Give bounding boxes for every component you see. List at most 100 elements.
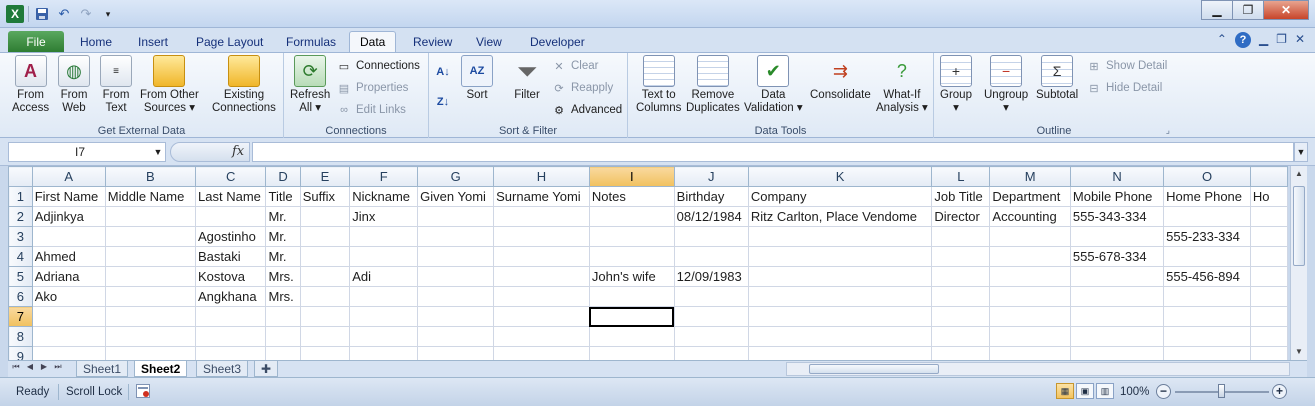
dialog-launcher-icon[interactable]: ⌟ <box>1166 125 1170 136</box>
zoom-slider-knob[interactable] <box>1218 384 1225 398</box>
zoom-out-icon[interactable]: − <box>1156 384 1171 399</box>
cell[interactable]: Home Phone <box>1163 186 1251 207</box>
name-box[interactable]: I7 ▼ <box>8 142 166 162</box>
cell[interactable] <box>747 326 933 347</box>
cell-table[interactable]: ABCDEFGHIJKLMNO 1 First Name Middle Name La… <box>8 166 1288 360</box>
normal-view-icon[interactable]: ▦ <box>1056 383 1074 399</box>
row-header[interactable]: 4 <box>8 246 33 267</box>
cell[interactable] <box>588 326 675 347</box>
cell[interactable] <box>104 306 197 327</box>
formula-input[interactable] <box>252 142 1294 162</box>
insert-sheet-icon[interactable]: ✚ <box>254 361 279 377</box>
cell[interactable] <box>588 286 675 307</box>
cell[interactable]: Company <box>747 186 933 207</box>
cell[interactable]: 555-456-894 <box>1163 266 1251 287</box>
sheet-tab-sheet1[interactable]: Sheet1 <box>76 361 129 377</box>
row-header[interactable]: 7 <box>8 306 33 327</box>
cell[interactable] <box>931 306 991 327</box>
cell[interactable] <box>349 346 419 360</box>
cell[interactable] <box>104 246 197 267</box>
text-to-columns-button[interactable]: Text to Columns <box>636 55 681 115</box>
cell[interactable]: Middle Name <box>104 186 197 207</box>
scroll-down-icon[interactable]: ▼ <box>1291 344 1307 360</box>
cell[interactable] <box>265 346 301 360</box>
cell[interactable] <box>931 326 991 347</box>
redo-icon[interactable]: ↷ <box>77 5 95 23</box>
cell[interactable] <box>673 246 749 267</box>
tab-insert[interactable]: Insert <box>128 31 178 52</box>
scroll-thumb[interactable] <box>1293 186 1305 266</box>
cell[interactable] <box>493 306 590 327</box>
name-box-dropdown-icon[interactable]: ▼ <box>151 147 165 157</box>
cell[interactable] <box>931 286 991 307</box>
minimize-ribbon-icon[interactable]: ⌃ <box>1217 32 1227 48</box>
cell[interactable] <box>493 246 590 267</box>
cell[interactable] <box>931 266 991 287</box>
row-header[interactable]: 3 <box>8 226 33 247</box>
cell[interactable] <box>493 266 590 287</box>
reapply-button[interactable]: ⟳ Reapply <box>551 79 613 97</box>
column-header[interactable]: A <box>31 166 106 187</box>
data-validation-button[interactable]: ✔ Data Validation ▾ <box>744 55 803 115</box>
sheet-tab-sheet3[interactable]: Sheet3 <box>196 361 249 377</box>
column-header[interactable]: J <box>673 166 749 187</box>
prev-sheet-icon[interactable]: ◀ <box>24 362 36 372</box>
cell[interactable] <box>349 306 419 327</box>
cell[interactable] <box>588 226 675 247</box>
cell[interactable] <box>493 326 590 347</box>
horizontal-scrollbar[interactable] <box>786 362 1290 376</box>
cell[interactable]: Director <box>931 206 991 227</box>
cell[interactable] <box>299 306 351 327</box>
cell[interactable] <box>349 246 419 267</box>
refresh-all-button[interactable]: ⟳ Refresh All ▾ <box>290 55 330 115</box>
cell[interactable]: Adjinkya <box>31 206 106 227</box>
cell[interactable] <box>195 326 267 347</box>
cell[interactable] <box>349 326 419 347</box>
cell[interactable] <box>989 286 1071 307</box>
show-detail-button[interactable]: ⊞ Show Detail <box>1086 57 1167 75</box>
cell[interactable]: Ritz Carlton, Place Vendome <box>747 206 933 227</box>
from-text-button[interactable]: ≡ From Text <box>100 55 132 115</box>
help-icon[interactable]: ? <box>1234 32 1251 48</box>
properties-button[interactable]: ▤ Properties <box>336 79 409 97</box>
cell[interactable]: Jinx <box>349 206 419 227</box>
cell[interactable] <box>673 346 749 360</box>
cell[interactable] <box>1163 286 1251 307</box>
cell[interactable] <box>349 286 419 307</box>
cell[interactable] <box>417 206 495 227</box>
cell[interactable] <box>417 306 495 327</box>
cell[interactable] <box>588 346 675 360</box>
cell[interactable] <box>1249 246 1288 267</box>
consolidate-button[interactable]: ⇉ Consolidate <box>810 55 871 102</box>
workbook-close-icon[interactable]: ✕ <box>1295 32 1305 48</box>
cell[interactable] <box>299 286 351 307</box>
cell[interactable] <box>1249 266 1288 287</box>
tab-file[interactable]: File <box>8 31 64 52</box>
cell[interactable] <box>588 306 675 327</box>
cell[interactable]: Adi <box>349 266 419 287</box>
next-sheet-icon[interactable]: ▶ <box>38 362 50 372</box>
row-header[interactable]: 8 <box>8 326 33 347</box>
cell[interactable] <box>299 326 351 347</box>
cell[interactable]: 555-678-334 <box>1069 246 1165 267</box>
cell[interactable]: Mrs. <box>265 286 301 307</box>
cell[interactable] <box>417 226 495 247</box>
cell[interactable] <box>493 206 590 227</box>
undo-icon[interactable]: ↶ <box>55 5 73 23</box>
cell[interactable] <box>1163 306 1251 327</box>
cell[interactable] <box>747 246 933 267</box>
cell[interactable]: Suffix <box>299 186 351 207</box>
cell[interactable] <box>989 266 1071 287</box>
cell[interactable] <box>493 346 590 360</box>
connections-button[interactable]: ▭ Connections <box>336 57 420 75</box>
page-break-view-icon[interactable]: ▥ <box>1096 383 1114 399</box>
cell[interactable] <box>1069 326 1165 347</box>
select-all-corner[interactable] <box>8 166 33 187</box>
from-web-button[interactable]: ◍ From Web <box>58 55 90 115</box>
cell[interactable] <box>417 286 495 307</box>
cell[interactable] <box>931 226 991 247</box>
existing-connections-button[interactable]: Existing Connections <box>212 55 276 115</box>
advanced-filter-button[interactable]: ⚙ Advanced <box>551 101 622 119</box>
cell[interactable] <box>195 206 267 227</box>
cell[interactable]: Birthday <box>673 186 749 207</box>
